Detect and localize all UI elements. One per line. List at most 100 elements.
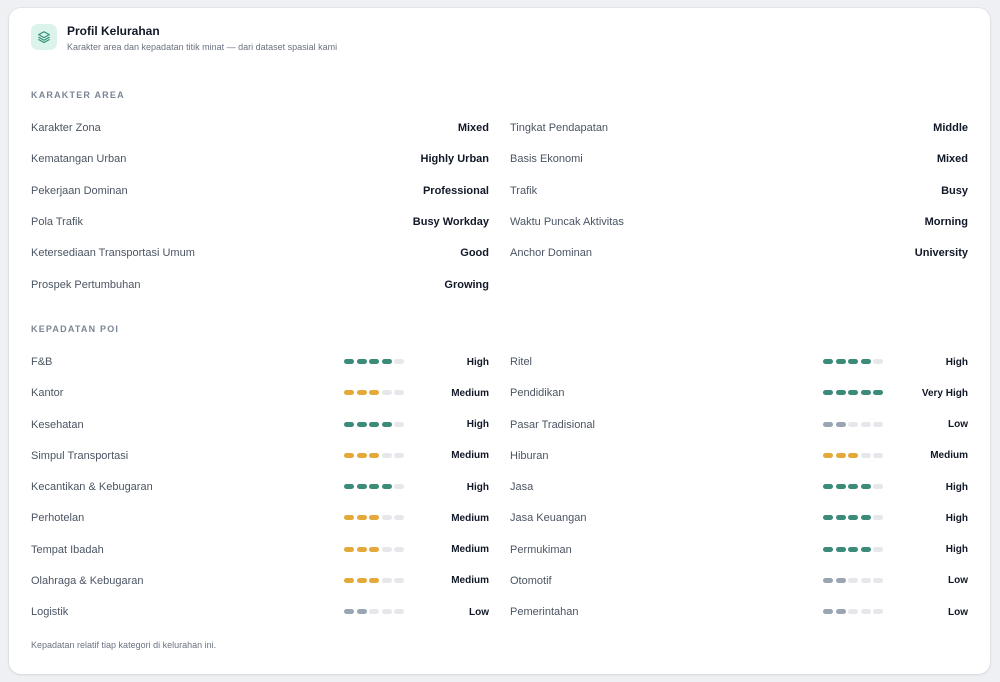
density-dot-filled — [860, 546, 871, 552]
attribute-value: Busy Workday — [412, 215, 489, 228]
density-value: Medium — [451, 544, 489, 555]
attribute-value: Middle — [933, 122, 968, 134]
poi-label: Jasa — [510, 481, 534, 493]
density-dot-filled — [369, 484, 379, 489]
density-value: Medium — [930, 450, 968, 462]
density-dot-empty — [860, 577, 871, 583]
density-dot-filled — [369, 546, 379, 552]
attribute-label: Ketersediaan Transportasi Umum — [31, 247, 195, 260]
density-dot-filled — [369, 452, 379, 458]
poi-label: Olahraga & Kebugaran — [31, 574, 144, 587]
attribute-row: Waktu Puncak Aktivitas Morning — [510, 214, 968, 230]
attribute-row: Trafik Busy — [510, 183, 968, 199]
density-dot-empty — [394, 390, 404, 396]
density-dot-filled — [835, 609, 846, 614]
attribute-value: University — [914, 247, 968, 260]
density-dot-empty — [873, 484, 883, 489]
attribute-row: Karakter Zona Mixed — [31, 120, 489, 136]
density-dot-filled — [823, 359, 833, 364]
density-dot-empty — [873, 421, 883, 427]
poi-row: Pasar Tradisional Low — [510, 417, 968, 433]
density-dot-empty — [381, 390, 392, 396]
density-dot-empty — [394, 577, 404, 583]
density-meter — [823, 515, 886, 521]
attribute-value: Professional — [422, 184, 489, 197]
density-dot-filled — [873, 390, 883, 396]
poi-row: Kantor Medium — [31, 385, 489, 401]
footer-note: Kepadatan relatif tiap kategori di kelur… — [31, 640, 217, 650]
density-dot-empty — [873, 546, 883, 552]
poi-label: Kesehatan — [31, 418, 84, 431]
density-value: High — [945, 544, 968, 555]
density-dot-filled — [356, 421, 367, 427]
density-dot-empty — [873, 577, 883, 583]
density-dot-empty — [873, 609, 883, 614]
density-value: Low — [948, 575, 968, 587]
density-dot-filled — [344, 577, 354, 583]
density-dot-empty — [394, 546, 404, 552]
poi-row: Jasa Keuangan High — [510, 510, 968, 526]
density-dot-filled — [848, 452, 858, 458]
poi-row: Jasa High — [510, 479, 968, 495]
density-dot-empty — [394, 452, 404, 458]
density-dot-filled — [823, 421, 833, 427]
density-value: Medium — [451, 387, 489, 399]
density-value: High — [466, 356, 489, 368]
density-dot-empty — [873, 359, 883, 364]
density-dot-filled — [356, 359, 367, 364]
density-meter — [344, 452, 407, 458]
attribute-label: Karakter Zona — [31, 122, 101, 134]
density-dot-empty — [860, 609, 871, 614]
density-dot-filled — [835, 515, 846, 521]
density-dot-filled — [823, 390, 833, 396]
attribute-row: Kematangan Urban Highly Urban — [31, 151, 489, 167]
poi-row: Permukiman High — [510, 542, 968, 558]
density-dot-filled — [848, 515, 858, 521]
density-dot-empty — [369, 609, 379, 614]
attribute-row: Prospek Pertumbuhan Growing — [31, 277, 489, 293]
density-dot-filled — [344, 609, 354, 614]
poi-row: Hiburan Medium — [510, 448, 968, 464]
density-dot-filled — [381, 421, 392, 427]
attribute-label: Pola Trafik — [31, 215, 83, 228]
density-dot-filled — [381, 359, 392, 364]
density-dot-filled — [823, 577, 833, 583]
density-dot-filled — [344, 359, 354, 364]
poi-row: Pemerintahan Low — [510, 604, 968, 620]
density-dot-filled — [344, 390, 354, 396]
density-meter — [344, 546, 407, 552]
density-dot-filled — [848, 390, 858, 396]
poi-label: Pemerintahan — [510, 606, 579, 618]
density-dot-empty — [381, 609, 392, 614]
density-meter — [823, 484, 886, 489]
poi-label: Ritel — [510, 356, 533, 368]
poi-row: F&B High — [31, 354, 489, 370]
attribute-value: Morning — [924, 215, 968, 228]
attribute-row: Basis Ekonomi Mixed — [510, 151, 968, 167]
card-header: Profil Kelurahan Karakter area dan kepad… — [31, 24, 337, 53]
poi-label: Tempat Ibadah — [31, 543, 104, 556]
poi-label: Kecantikan & Kebugaran — [31, 481, 153, 493]
density-dot-filled — [369, 577, 379, 583]
attribute-label: Prospek Pertumbuhan — [31, 278, 141, 291]
card-subtitle: Karakter area dan kepadatan titik minat … — [67, 42, 338, 52]
attribute-row: Pola Trafik Busy Workday — [31, 214, 489, 230]
poi-label: Perhotelan — [31, 512, 85, 525]
density-dot-filled — [381, 484, 392, 489]
density-dot-filled — [860, 515, 871, 521]
attribute-value: Busy — [941, 184, 968, 197]
attribute-row: Tingkat Pendapatan Middle — [510, 120, 968, 136]
density-dot-filled — [369, 359, 379, 364]
density-meter — [344, 515, 407, 521]
density-value: High — [945, 512, 968, 524]
density-dot-filled — [823, 515, 833, 521]
poi-label: F&B — [31, 356, 53, 368]
attribute-row: Pekerjaan Dominan Professional — [31, 183, 489, 199]
density-meter — [344, 484, 407, 489]
density-dot-filled — [356, 546, 367, 552]
density-dot-filled — [356, 577, 367, 583]
density-value: Medium — [451, 575, 489, 587]
density-value: Low — [469, 606, 489, 618]
poi-label: Pendidikan — [510, 387, 565, 400]
density-meter — [823, 609, 886, 614]
